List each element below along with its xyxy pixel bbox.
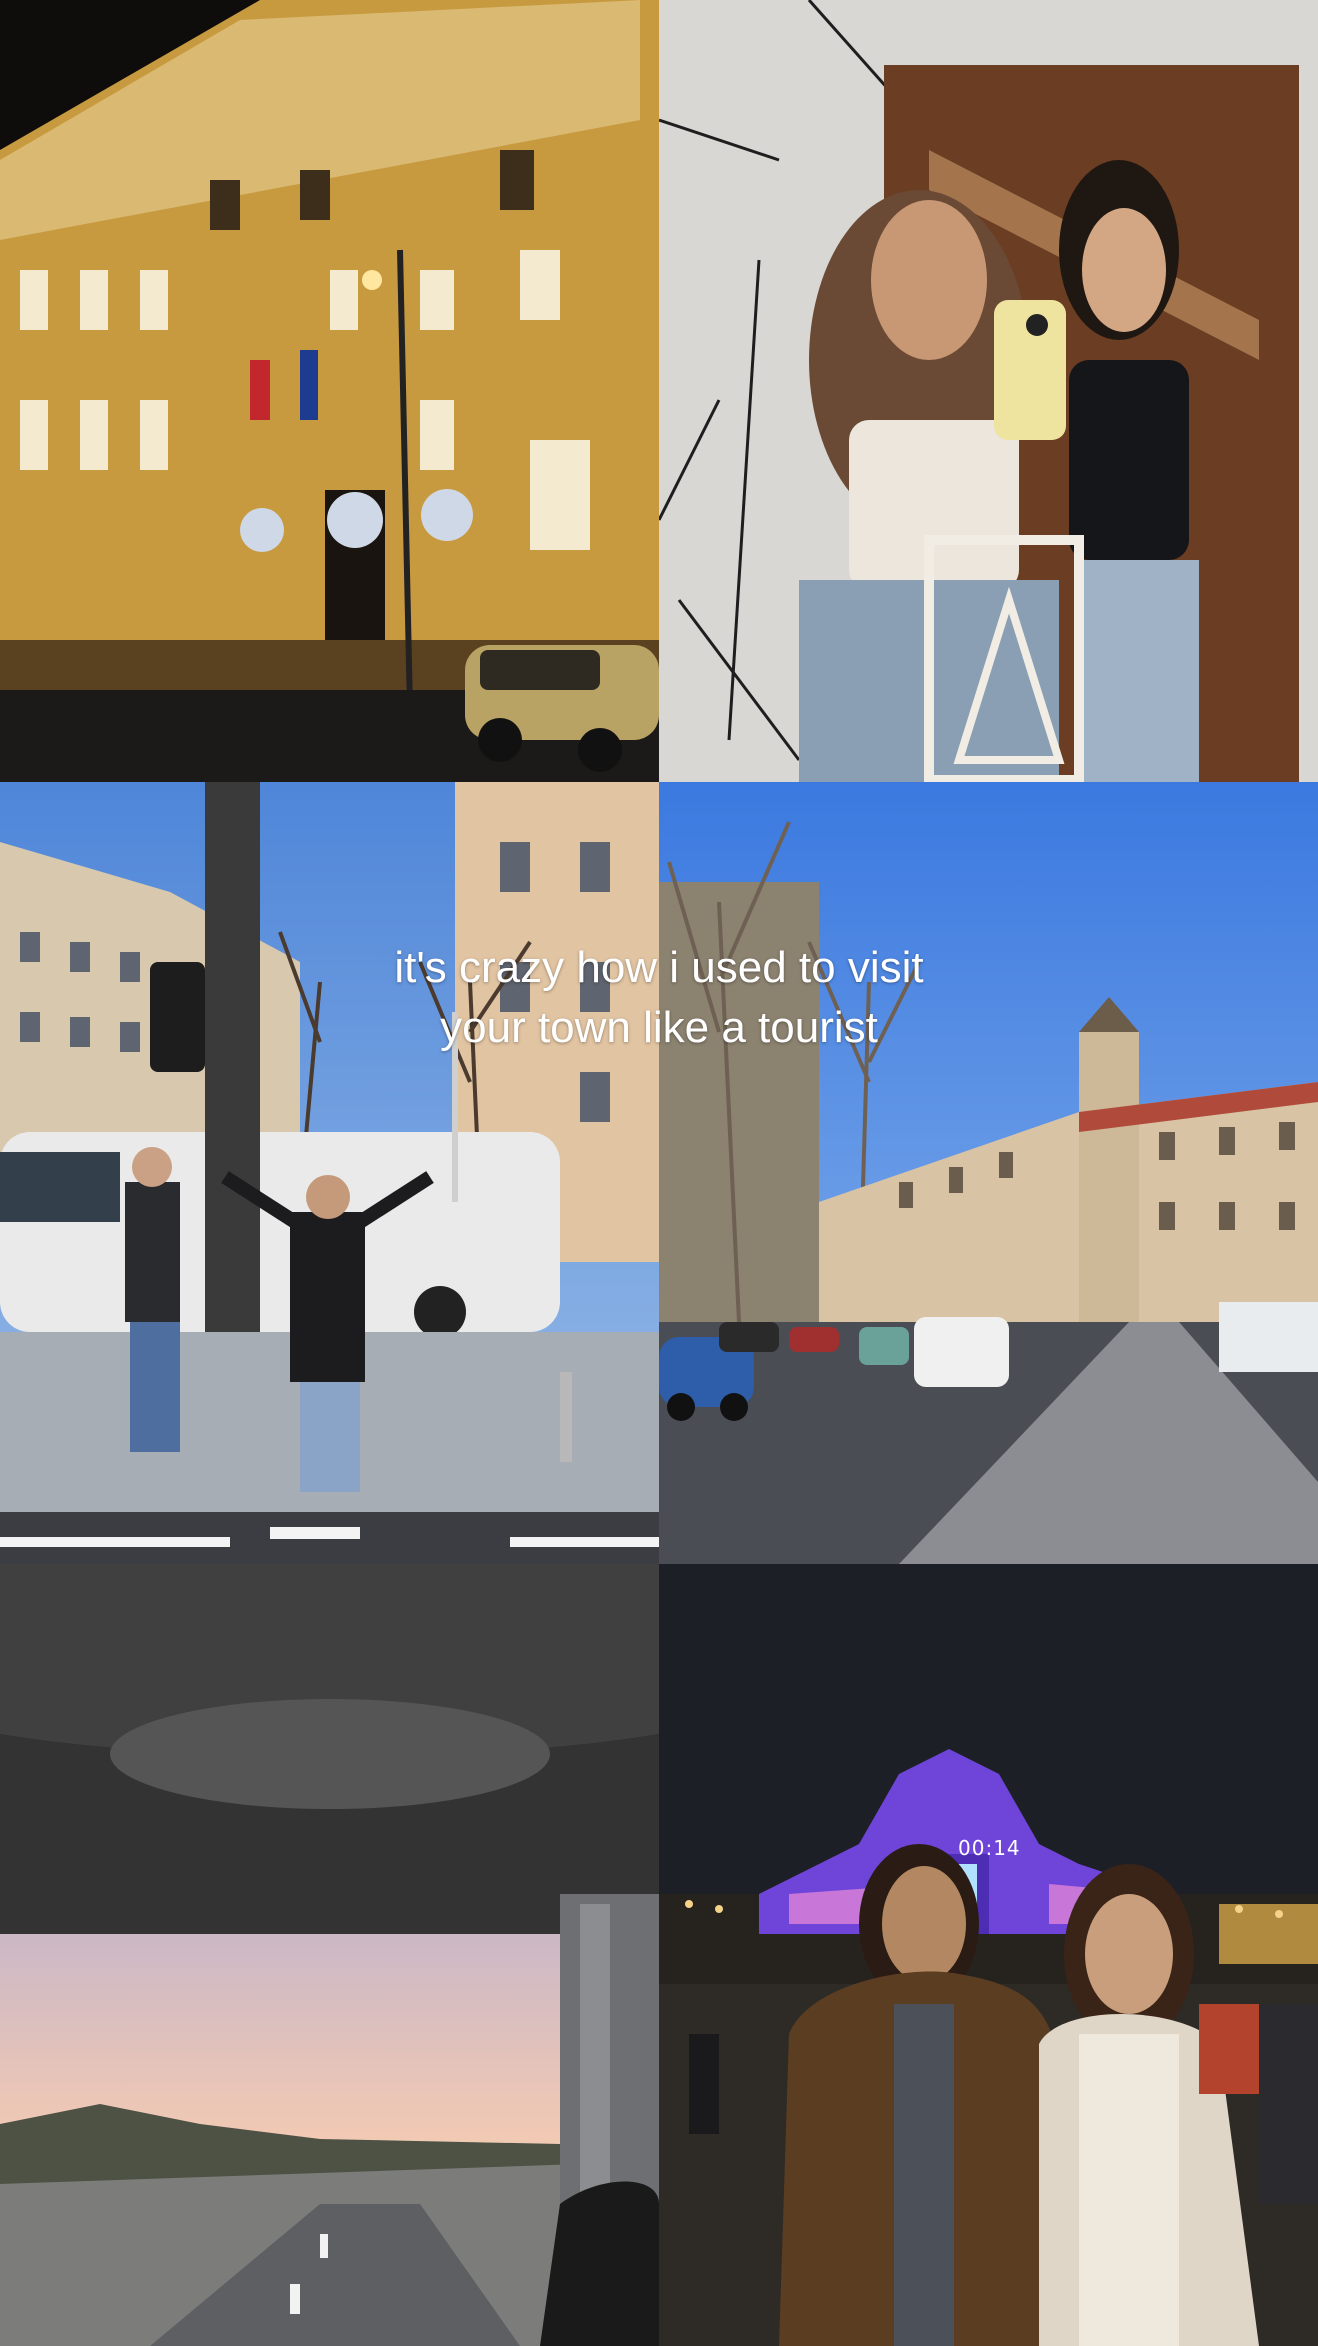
festival-timer-display: 00:14 [958, 1836, 1021, 1860]
light-festival-selfie-photo [659, 1564, 1318, 2346]
street-waving-photo [0, 782, 659, 1564]
bus-window-highway-photo [0, 1564, 659, 2346]
boulevard-photo [659, 782, 1318, 1564]
mirror-selfie-photo [659, 0, 1318, 782]
building-night-photo [0, 0, 659, 782]
photo-collage [0, 0, 1318, 2346]
